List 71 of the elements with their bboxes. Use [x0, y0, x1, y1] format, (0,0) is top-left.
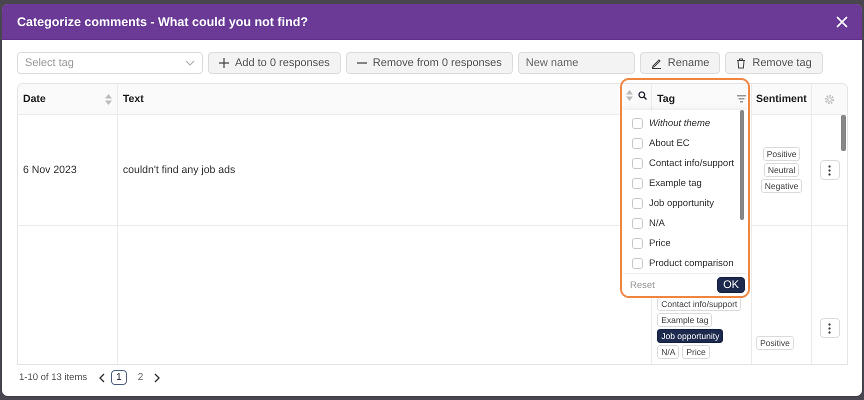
more-button[interactable] — [820, 318, 840, 338]
checkbox[interactable] — [632, 238, 643, 248]
date-cell: 6 Nov 2023 — [23, 164, 77, 176]
filter-icon[interactable] — [737, 95, 746, 103]
option-label: Job opportunity — [649, 198, 714, 208]
column-title: Date — [23, 93, 46, 105]
checkbox[interactable] — [632, 198, 643, 208]
checkbox[interactable] — [632, 138, 643, 148]
tag-option[interactable]: Contact info/support — [632, 153, 748, 173]
ok-button[interactable]: OK — [717, 277, 745, 293]
tag-option[interactable]: Price — [632, 233, 748, 253]
tag-option[interactable]: Example tag — [632, 173, 748, 193]
tag-option[interactable]: About EC — [632, 133, 748, 153]
chevron-left-icon[interactable] — [99, 372, 106, 382]
checkbox[interactable] — [632, 158, 643, 168]
tag-option[interactable]: Without theme — [632, 113, 748, 133]
option-label: N/A — [649, 218, 665, 228]
close-button[interactable] — [834, 14, 850, 30]
chevron-right-icon[interactable] — [154, 372, 160, 382]
sort-icon[interactable] — [626, 90, 633, 100]
option-label: Without theme — [649, 118, 710, 128]
pagination-summary: 1-10 of 13 items — [19, 372, 88, 383]
tag-chip[interactable]: Example tag — [657, 313, 712, 327]
sentiment-chip[interactable]: Positive — [762, 147, 800, 161]
sentiment-chip[interactable]: Positive — [756, 336, 794, 350]
tag-option[interactable]: N/A — [632, 213, 748, 233]
option-label: Contact info/support — [649, 158, 734, 168]
toolbar-button[interactable]: Remove from 0 responses — [346, 52, 513, 74]
more-vertical-icon — [828, 322, 832, 334]
tag-chip[interactable]: N/A — [657, 345, 680, 359]
scrollbar[interactable] — [740, 110, 744, 220]
option-label: Price — [649, 238, 671, 248]
sentiment-chip[interactable]: Neutral — [764, 163, 800, 177]
tag-chip[interactable]: Contact info/support — [657, 297, 742, 311]
dialog-title: Categorize comments - What could you not find? — [17, 15, 308, 29]
search-icon[interactable] — [638, 90, 647, 100]
tag-chip[interactable]: Price — [682, 345, 710, 359]
scrollbar[interactable] — [841, 115, 846, 151]
checkbox[interactable] — [632, 118, 643, 128]
select-placeholder: Select tag — [25, 57, 74, 69]
pencil-icon — [650, 58, 662, 68]
checkbox[interactable] — [632, 218, 643, 228]
more-vertical-icon — [828, 164, 832, 176]
page-button[interactable]: 1 — [111, 370, 127, 385]
checkbox[interactable] — [632, 178, 643, 188]
column-header[interactable]: Date — [18, 84, 118, 114]
page-button[interactable]: 2 — [132, 370, 148, 385]
comment-text: couldn't find any job ads — [122, 164, 236, 176]
tag-chip[interactable]: Job opportunity — [657, 329, 724, 343]
toolbar-button[interactable]: Add to 0 responses — [208, 52, 341, 74]
column-title: Text — [122, 93, 144, 105]
sentiment-chip[interactable]: Negative — [760, 179, 802, 193]
checkbox[interactable] — [632, 258, 643, 268]
column-title: Tag — [657, 93, 676, 105]
option-label: About EC — [649, 138, 690, 148]
plus-icon — [219, 58, 229, 68]
trash-icon — [736, 58, 746, 68]
toolbar-button[interactable]: Remove tag — [725, 52, 823, 74]
close-icon — [836, 16, 848, 28]
more-button[interactable] — [820, 160, 840, 180]
name-input[interactable]: New name — [518, 52, 635, 74]
option-label: Product comparison — [649, 258, 734, 268]
chevron-down-icon — [185, 60, 195, 66]
tag-option[interactable]: Product comparison — [632, 253, 748, 273]
option-label: Example tag — [649, 178, 702, 188]
toolbar-button[interactable]: Rename — [640, 52, 720, 74]
column-title: Sentiment — [756, 93, 807, 105]
sort-icon[interactable] — [104, 94, 112, 104]
column-header[interactable]: Sentiment — [752, 84, 812, 114]
settings-icon[interactable] — [824, 94, 836, 104]
tag-option[interactable]: Job opportunity — [632, 193, 748, 213]
